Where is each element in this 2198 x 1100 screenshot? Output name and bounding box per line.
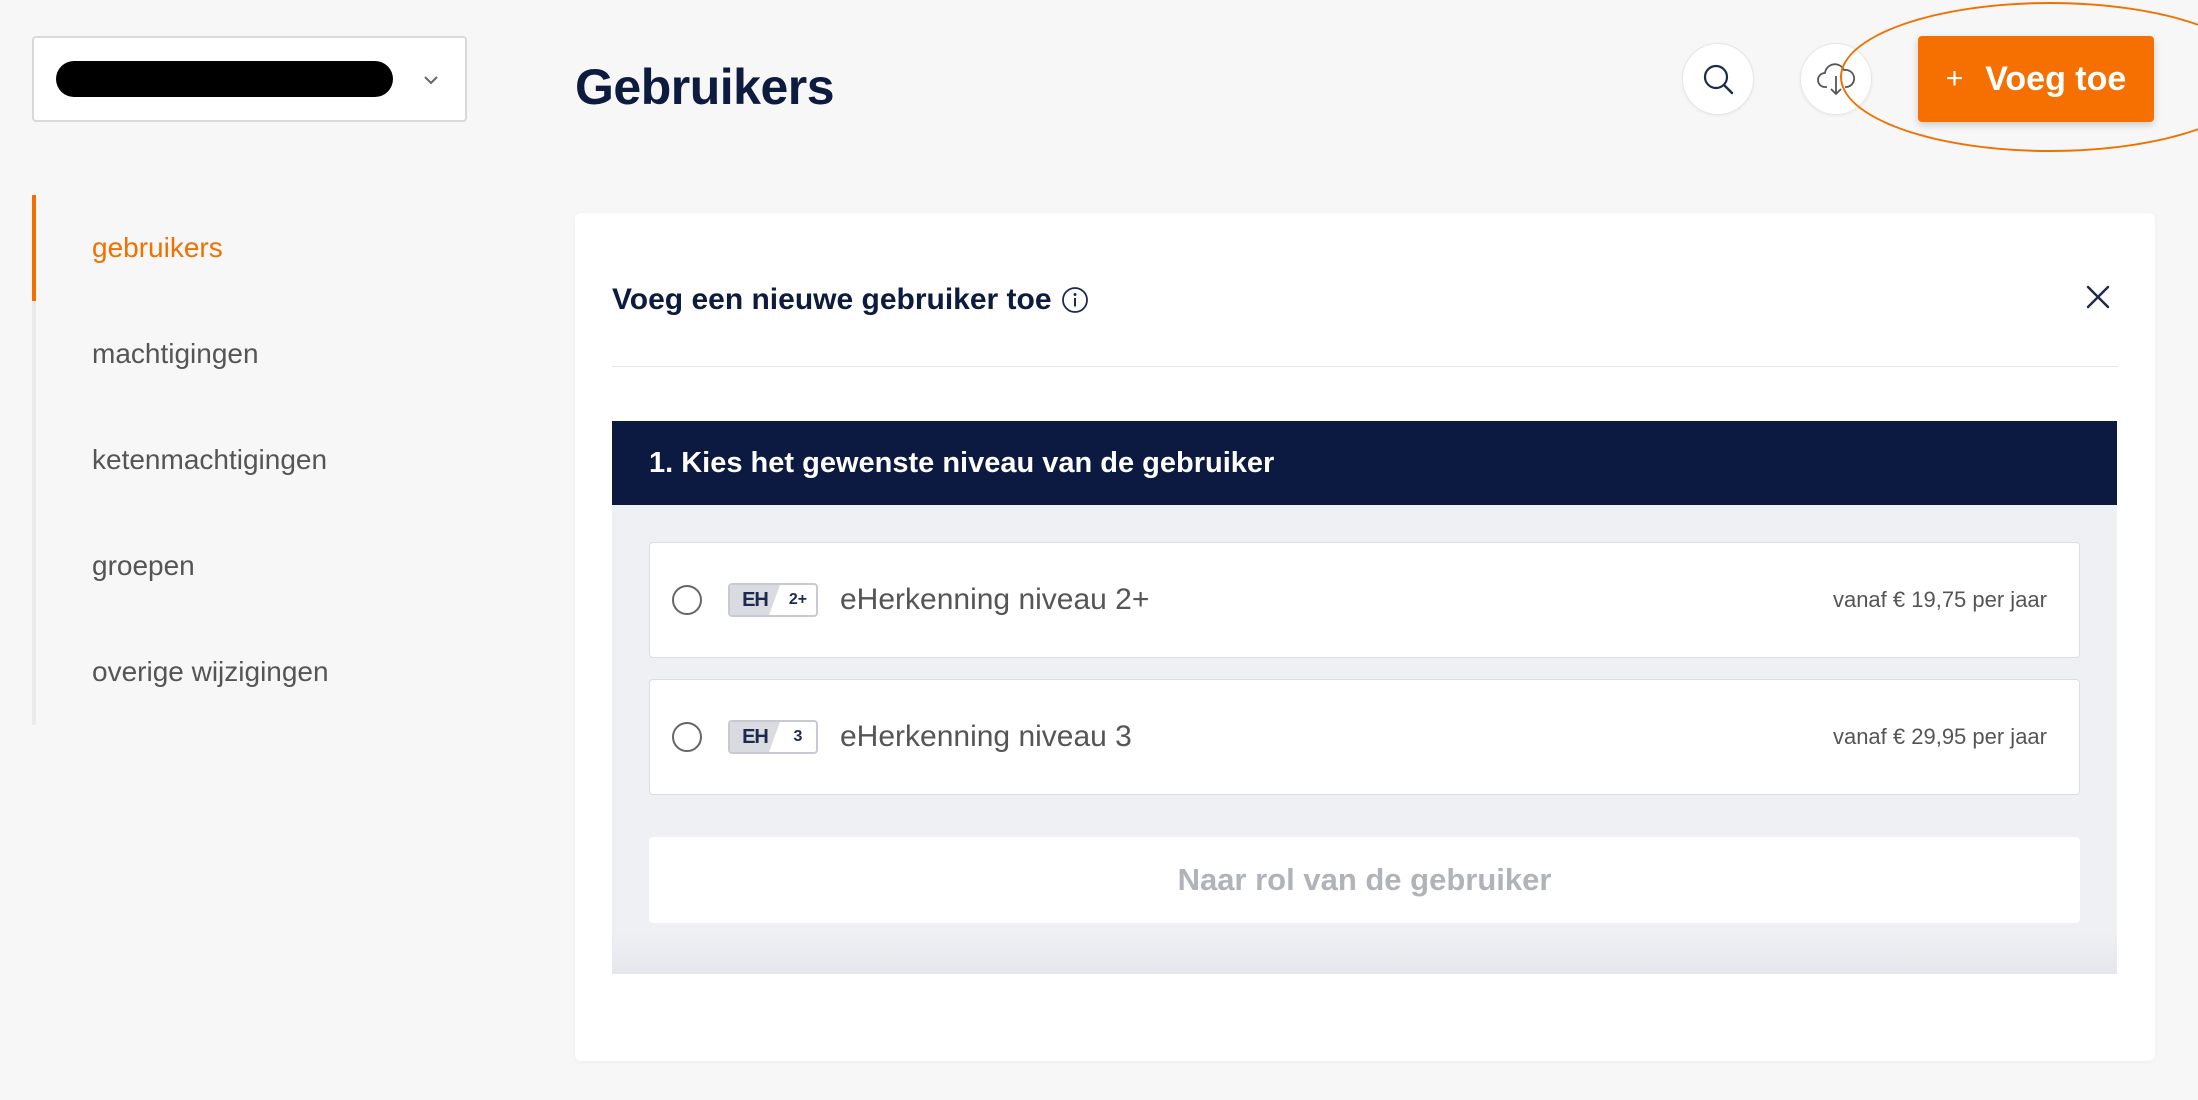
- sidebar-item-ketenmachtigingen[interactable]: ketenmachtigingen: [36, 407, 452, 513]
- organization-select[interactable]: [32, 36, 467, 122]
- sidebar-item-gebruikers[interactable]: gebruikers: [32, 195, 452, 301]
- option-eherkenning-3[interactable]: EH 3 eHerkenning niveau 3 vanaf € 29,95 …: [649, 679, 2080, 795]
- badge-level: 2+: [788, 591, 808, 608]
- panel-title: Voeg een nieuwe gebruiker toe: [612, 283, 1052, 316]
- next-step-button[interactable]: Naar rol van de gebruiker: [649, 837, 2080, 923]
- eherkenning-level-badge: EH 3: [728, 720, 818, 754]
- sidebar-item-label: gebruikers: [92, 232, 223, 263]
- plus-icon: +: [1945, 62, 1964, 95]
- sidebar-item-label: machtigingen: [92, 338, 259, 369]
- add-user-button[interactable]: + Voeg toe: [1918, 36, 2154, 122]
- sidebar-item-groepen[interactable]: groepen: [36, 513, 452, 619]
- panel-header: Voeg een nieuwe gebruiker toe: [612, 273, 2118, 367]
- chevron-down-icon: [424, 76, 438, 85]
- eh-logo-text: EH: [730, 722, 780, 752]
- sidebar-item-label: groepen: [92, 550, 195, 581]
- cloud-download-icon: [1817, 63, 1855, 96]
- step-title: 1. Kies het gewenste niveau van de gebru…: [612, 421, 2117, 505]
- sidebar-item-label: ketenmachtigingen: [92, 444, 328, 475]
- option-label: eHerkenning niveau 2+: [840, 583, 1150, 616]
- close-icon[interactable]: [2078, 277, 2118, 317]
- sidebar-item-label: overige wijzigingen: [92, 656, 329, 687]
- sidebar-item-machtigingen[interactable]: machtigingen: [36, 301, 452, 407]
- info-icon[interactable]: [1060, 285, 1090, 315]
- level-step: 1. Kies het gewenste niveau van de gebru…: [612, 421, 2117, 974]
- radio-button[interactable]: [672, 585, 702, 615]
- option-price: vanaf € 19,75 per jaar: [1832, 587, 2047, 612]
- search-icon: [1703, 64, 1734, 95]
- eherkenning-level-badge: EH 2+: [728, 583, 818, 617]
- add-user-button-label: Voeg toe: [1985, 59, 2127, 98]
- download-button[interactable]: [1800, 43, 1872, 115]
- badge-level: 3: [793, 728, 803, 745]
- sidebar-item-overige-wijzigingen[interactable]: overige wijzigingen: [36, 619, 452, 725]
- page-title: Gebruikers: [575, 59, 835, 115]
- page: gebruikers machtigingen ketenmachtiginge…: [0, 0, 2198, 1100]
- option-eherkenning-2plus[interactable]: EH 2+ eHerkenning niveau 2+ vanaf € 19,7…: [649, 542, 2080, 658]
- radio-button[interactable]: [672, 722, 702, 752]
- sidebar-nav: gebruikers machtigingen ketenmachtiginge…: [32, 195, 452, 725]
- add-user-panel: Voeg een nieuwe gebruiker toe 1. Kies he…: [575, 213, 2155, 1061]
- redacted-organization-name: [56, 61, 393, 97]
- option-label: eHerkenning niveau 3: [840, 720, 1132, 753]
- eh-logo-text: EH: [730, 585, 780, 615]
- option-price: vanaf € 29,95 per jaar: [1832, 724, 2047, 749]
- search-button[interactable]: [1682, 43, 1754, 115]
